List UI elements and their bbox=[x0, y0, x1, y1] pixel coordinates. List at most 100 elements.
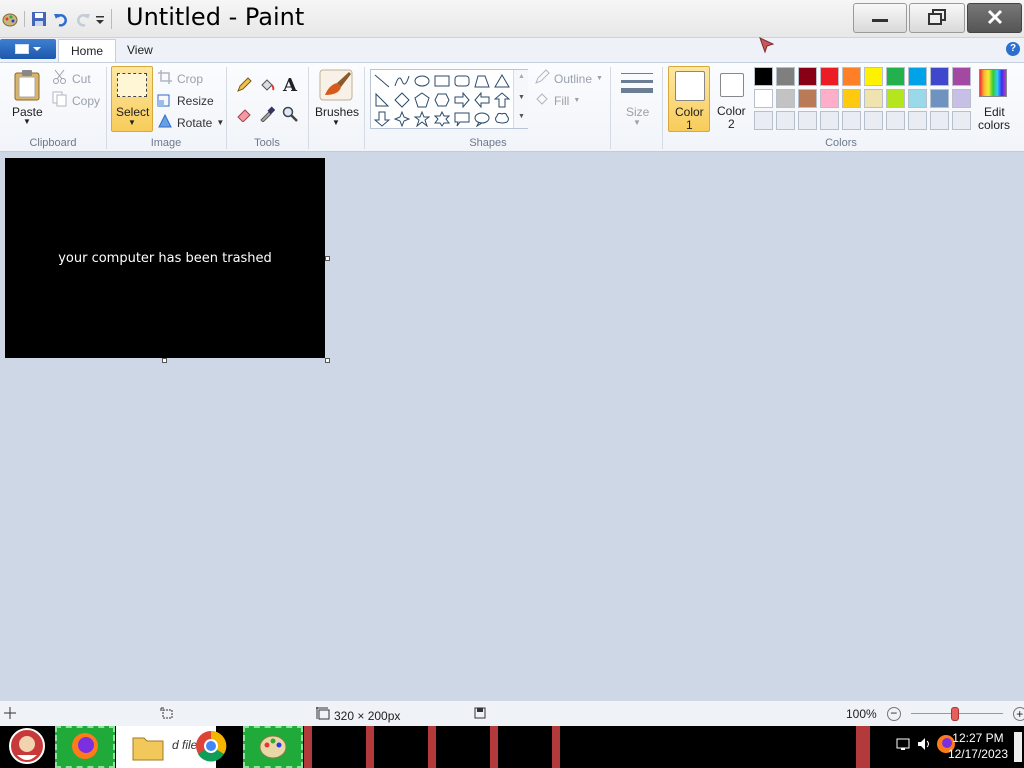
show-desktop-button[interactable] bbox=[1014, 732, 1022, 762]
outline-button[interactable]: Outline ▼ bbox=[534, 69, 603, 88]
custom-color-swatch[interactable] bbox=[798, 111, 817, 130]
right-triangle-shape-icon[interactable] bbox=[372, 90, 392, 110]
pentagon-shape-icon[interactable] bbox=[412, 90, 432, 110]
start-button[interactable] bbox=[0, 726, 54, 768]
close-button[interactable] bbox=[967, 3, 1022, 33]
cut-button[interactable]: Cut bbox=[52, 69, 91, 88]
file-menu-button[interactable] bbox=[0, 39, 56, 59]
color-swatch[interactable] bbox=[754, 89, 773, 108]
custom-color-swatch[interactable] bbox=[776, 111, 795, 130]
paste-button[interactable]: Paste ▼ bbox=[6, 67, 48, 131]
five-point-star-shape-icon[interactable] bbox=[412, 109, 432, 129]
rectangle-shape-icon[interactable] bbox=[432, 71, 452, 91]
custom-color-swatch[interactable] bbox=[886, 111, 905, 130]
color-swatch[interactable] bbox=[820, 67, 839, 86]
taskbar-window-button[interactable] bbox=[856, 726, 870, 768]
color-swatch[interactable] bbox=[798, 67, 817, 86]
color-swatch[interactable] bbox=[820, 89, 839, 108]
taskbar-window-button[interactable] bbox=[366, 726, 374, 768]
custom-color-swatch[interactable] bbox=[952, 111, 971, 130]
custom-color-swatch[interactable] bbox=[930, 111, 949, 130]
custom-color-swatch[interactable] bbox=[820, 111, 839, 130]
shapes-scrollbar[interactable]: ▲ ▼ ▼ bbox=[513, 70, 528, 128]
resize-handle-right[interactable] bbox=[325, 256, 330, 261]
color-swatch[interactable] bbox=[908, 89, 927, 108]
color-swatch[interactable] bbox=[908, 67, 927, 86]
customize-toolbar-chevron-down-icon[interactable] bbox=[95, 11, 105, 27]
zoom-out-icon[interactable]: − bbox=[886, 707, 901, 721]
canvas-workspace[interactable]: your computer has been trashed bbox=[0, 152, 1024, 700]
size-button[interactable]: Size ▼ bbox=[616, 67, 658, 133]
color-1-button[interactable]: Color 1 bbox=[668, 66, 710, 132]
eraser-icon[interactable] bbox=[234, 104, 254, 124]
custom-color-swatch[interactable] bbox=[754, 111, 773, 130]
left-arrow-shape-icon[interactable] bbox=[472, 90, 492, 110]
right-arrow-shape-icon[interactable] bbox=[452, 90, 472, 110]
cloud-callout-shape-icon[interactable] bbox=[492, 109, 512, 129]
taskbar-firefox[interactable] bbox=[55, 726, 115, 768]
oval-shape-icon[interactable] bbox=[412, 71, 432, 91]
taskbar-window-button[interactable] bbox=[490, 726, 498, 768]
tab-view[interactable]: View bbox=[115, 39, 165, 62]
pencil-icon[interactable] bbox=[234, 75, 254, 95]
color-picker-icon[interactable] bbox=[257, 104, 277, 124]
zoom-slider[interactable] bbox=[910, 707, 1003, 721]
polygon-shape-icon[interactable] bbox=[472, 71, 492, 91]
curve-shape-icon[interactable] bbox=[392, 71, 412, 91]
fill-button[interactable]: Fill ▼ bbox=[534, 91, 580, 110]
oval-callout-shape-icon[interactable] bbox=[472, 109, 492, 129]
color-swatch[interactable] bbox=[930, 89, 949, 108]
color-swatch[interactable] bbox=[798, 89, 817, 108]
restore-button[interactable] bbox=[909, 3, 965, 33]
diamond-shape-icon[interactable] bbox=[392, 90, 412, 110]
taskbar-window-button[interactable] bbox=[428, 726, 436, 768]
four-point-star-shape-icon[interactable] bbox=[392, 109, 412, 129]
custom-color-swatch[interactable] bbox=[908, 111, 927, 130]
taskbar-window-button[interactable] bbox=[552, 726, 560, 768]
tab-home[interactable]: Home bbox=[58, 39, 117, 62]
redo-icon[interactable] bbox=[75, 11, 91, 27]
rectangular-callout-shape-icon[interactable] bbox=[452, 109, 472, 129]
color-swatch[interactable] bbox=[842, 67, 861, 86]
resize-handle-bottom[interactable] bbox=[162, 358, 167, 363]
resize-handle-corner[interactable] bbox=[325, 358, 330, 363]
taskbar-paint[interactable] bbox=[243, 726, 303, 768]
copy-button[interactable]: Copy bbox=[52, 91, 100, 110]
scroll-up-icon[interactable]: ▲ bbox=[518, 73, 525, 80]
color-swatch[interactable] bbox=[864, 89, 883, 108]
color-swatch[interactable] bbox=[886, 89, 905, 108]
color-swatch[interactable] bbox=[886, 67, 905, 86]
brushes-button[interactable]: Brushes ▼ bbox=[312, 67, 360, 133]
undo-icon[interactable] bbox=[53, 11, 69, 27]
help-icon[interactable]: ? bbox=[1006, 42, 1020, 56]
drawing-canvas[interactable]: your computer has been trashed bbox=[5, 158, 325, 358]
color-swatch[interactable] bbox=[754, 67, 773, 86]
rotate-button[interactable]: Rotate ▼ bbox=[157, 113, 224, 132]
color-swatch[interactable] bbox=[776, 89, 795, 108]
color-2-button[interactable]: Color 2 bbox=[712, 66, 752, 132]
paint-app-icon[interactable] bbox=[2, 11, 18, 27]
taskbar-chrome[interactable] bbox=[186, 726, 236, 768]
down-arrow-shape-icon[interactable] bbox=[372, 109, 392, 129]
taskbar-window-button[interactable] bbox=[304, 726, 312, 768]
color-swatch[interactable] bbox=[864, 67, 883, 86]
color-swatch[interactable] bbox=[842, 89, 861, 108]
fill-bucket-icon[interactable] bbox=[257, 75, 277, 95]
rounded-rectangle-shape-icon[interactable] bbox=[452, 71, 472, 91]
six-point-star-shape-icon[interactable] bbox=[432, 109, 452, 129]
volume-icon[interactable] bbox=[916, 736, 932, 755]
color-swatch[interactable] bbox=[776, 67, 795, 86]
edit-colors-button[interactable]: Edit colors bbox=[974, 67, 1014, 133]
line-shape-icon[interactable] bbox=[372, 71, 392, 91]
gallery-expand-icon[interactable]: ▼ bbox=[518, 113, 525, 120]
hexagon-shape-icon[interactable] bbox=[432, 90, 452, 110]
select-button[interactable]: Select ▼ bbox=[111, 66, 153, 132]
minimize-button[interactable] bbox=[853, 3, 907, 33]
resize-button[interactable]: Resize bbox=[157, 91, 214, 110]
scroll-down-icon[interactable]: ▼ bbox=[518, 94, 525, 101]
color-swatch[interactable] bbox=[952, 67, 971, 86]
color-swatch[interactable] bbox=[952, 89, 971, 108]
custom-color-swatch[interactable] bbox=[864, 111, 883, 130]
save-icon[interactable] bbox=[31, 11, 47, 27]
zoom-slider-thumb[interactable] bbox=[950, 707, 959, 721]
